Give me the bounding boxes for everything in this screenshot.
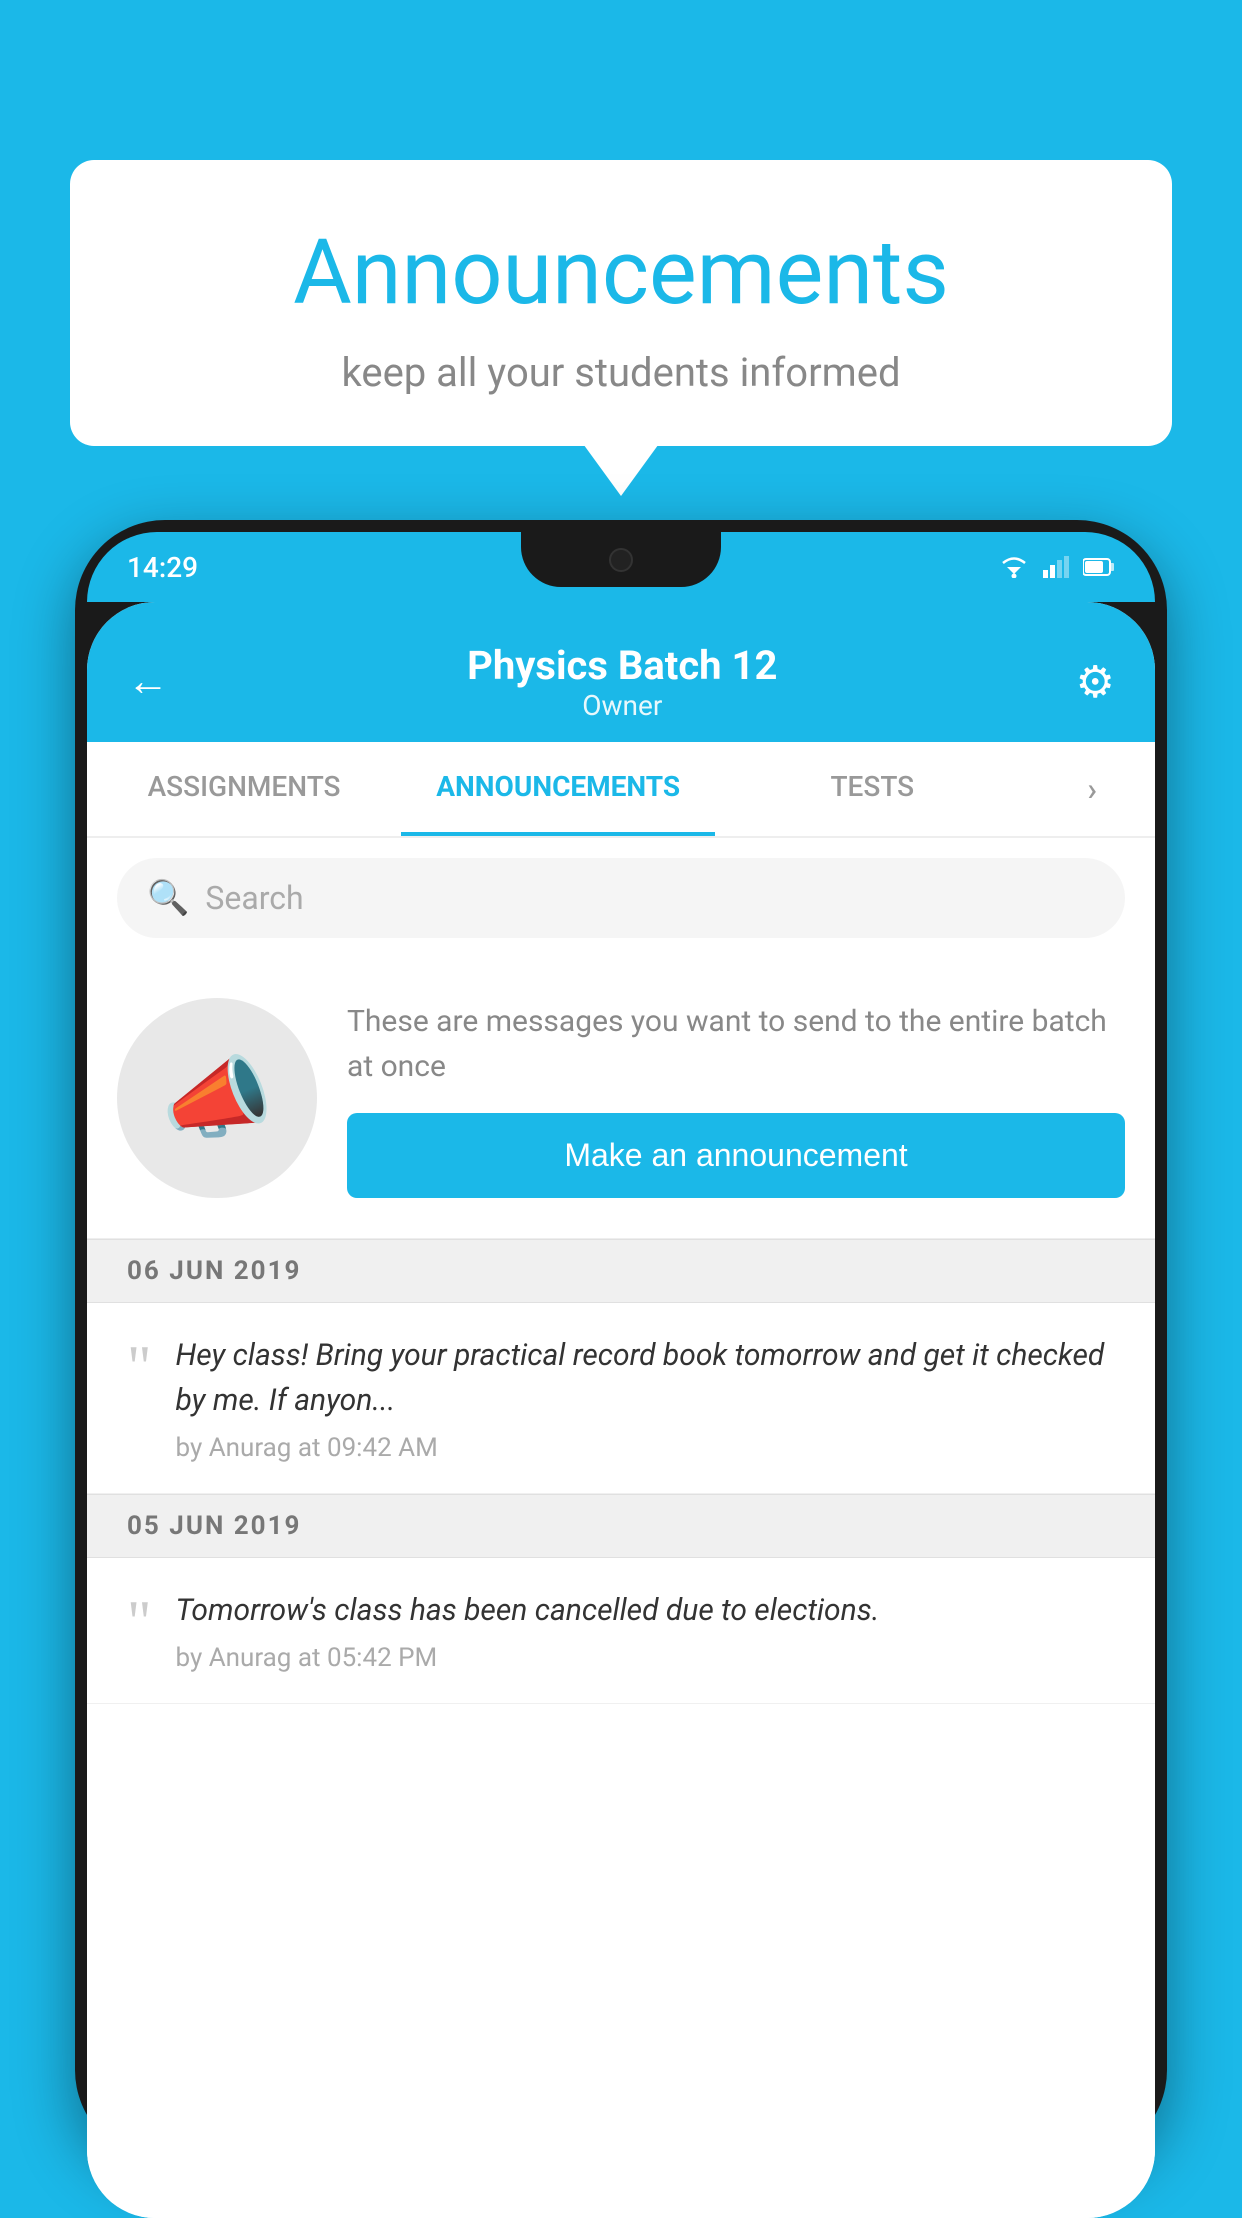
announcement-item-1[interactable]: " Hey class! Bring your practical record…	[87, 1303, 1155, 1494]
search-bar[interactable]: 🔍 Search	[117, 858, 1125, 938]
settings-icon[interactable]: ⚙	[1076, 656, 1115, 708]
megaphone-circle: 📣	[117, 998, 317, 1198]
search-container: 🔍 Search	[87, 838, 1155, 958]
phone-notch	[521, 532, 721, 587]
tab-tests[interactable]: TESTS	[715, 742, 1029, 836]
tab-announcements[interactable]: ANNOUNCEMENTS	[401, 742, 715, 836]
back-button[interactable]: ←	[127, 661, 169, 703]
date-separator-1: 06 JUN 2019	[87, 1239, 1155, 1303]
search-icon: 🔍	[147, 878, 189, 918]
quote-icon-2: "	[127, 1592, 152, 1652]
search-placeholder: Search	[205, 879, 303, 917]
announcement-content-2: Tomorrow's class has been cancelled due …	[176, 1588, 1116, 1673]
speech-bubble-title: Announcements	[130, 220, 1112, 325]
make-announcement-button[interactable]: Make an announcement	[347, 1113, 1125, 1198]
announcements-list: 06 JUN 2019 " Hey class! Bring your prac…	[87, 1239, 1155, 2218]
announcement-right: These are messages you want to send to t…	[347, 999, 1125, 1198]
signal-icon	[1043, 556, 1069, 578]
announcement-item-2[interactable]: " Tomorrow's class has been cancelled du…	[87, 1558, 1155, 1704]
camera-dot	[609, 548, 633, 572]
speech-bubble-section: Announcements keep all your students inf…	[70, 160, 1172, 446]
status-icons	[999, 556, 1115, 578]
announcement-meta-1: by Anurag at 09:42 AM	[176, 1433, 1116, 1463]
megaphone-icon: 📣	[161, 1046, 273, 1151]
phone-outer: 14:29	[75, 520, 1167, 2160]
tab-more[interactable]: ›	[1029, 742, 1155, 836]
batch-role: Owner	[467, 689, 777, 722]
announcement-prompt: 📣 These are messages you want to send to…	[87, 958, 1155, 1239]
phone-wrapper: 14:29	[75, 520, 1167, 2208]
status-bar: 14:29	[87, 532, 1155, 602]
header-title-block: Physics Batch 12 Owner	[467, 642, 777, 722]
speech-bubble: Announcements keep all your students inf…	[70, 160, 1172, 446]
speech-bubble-subtitle: keep all your students informed	[130, 349, 1112, 396]
batch-title: Physics Batch 12	[467, 642, 777, 689]
announcement-text-2: Tomorrow's class has been cancelled due …	[176, 1588, 1116, 1633]
announcement-description: These are messages you want to send to t…	[347, 999, 1125, 1089]
app-header: ← Physics Batch 12 Owner ⚙	[87, 602, 1155, 742]
announcement-meta-2: by Anurag at 05:42 PM	[176, 1643, 1116, 1673]
status-time: 14:29	[127, 551, 198, 584]
announcement-text-1: Hey class! Bring your practical record b…	[176, 1333, 1116, 1423]
phone-screen: ← Physics Batch 12 Owner ⚙ ASSIGNMENTS A…	[87, 602, 1155, 2218]
announcement-content-1: Hey class! Bring your practical record b…	[176, 1333, 1116, 1463]
app-header-top: ← Physics Batch 12 Owner ⚙	[127, 622, 1115, 742]
quote-icon-1: "	[127, 1337, 152, 1397]
tab-assignments[interactable]: ASSIGNMENTS	[87, 742, 401, 836]
date-separator-2: 05 JUN 2019	[87, 1494, 1155, 1558]
tabs-bar: ASSIGNMENTS ANNOUNCEMENTS TESTS ›	[87, 742, 1155, 838]
battery-icon	[1083, 558, 1115, 576]
wifi-icon	[999, 556, 1029, 578]
